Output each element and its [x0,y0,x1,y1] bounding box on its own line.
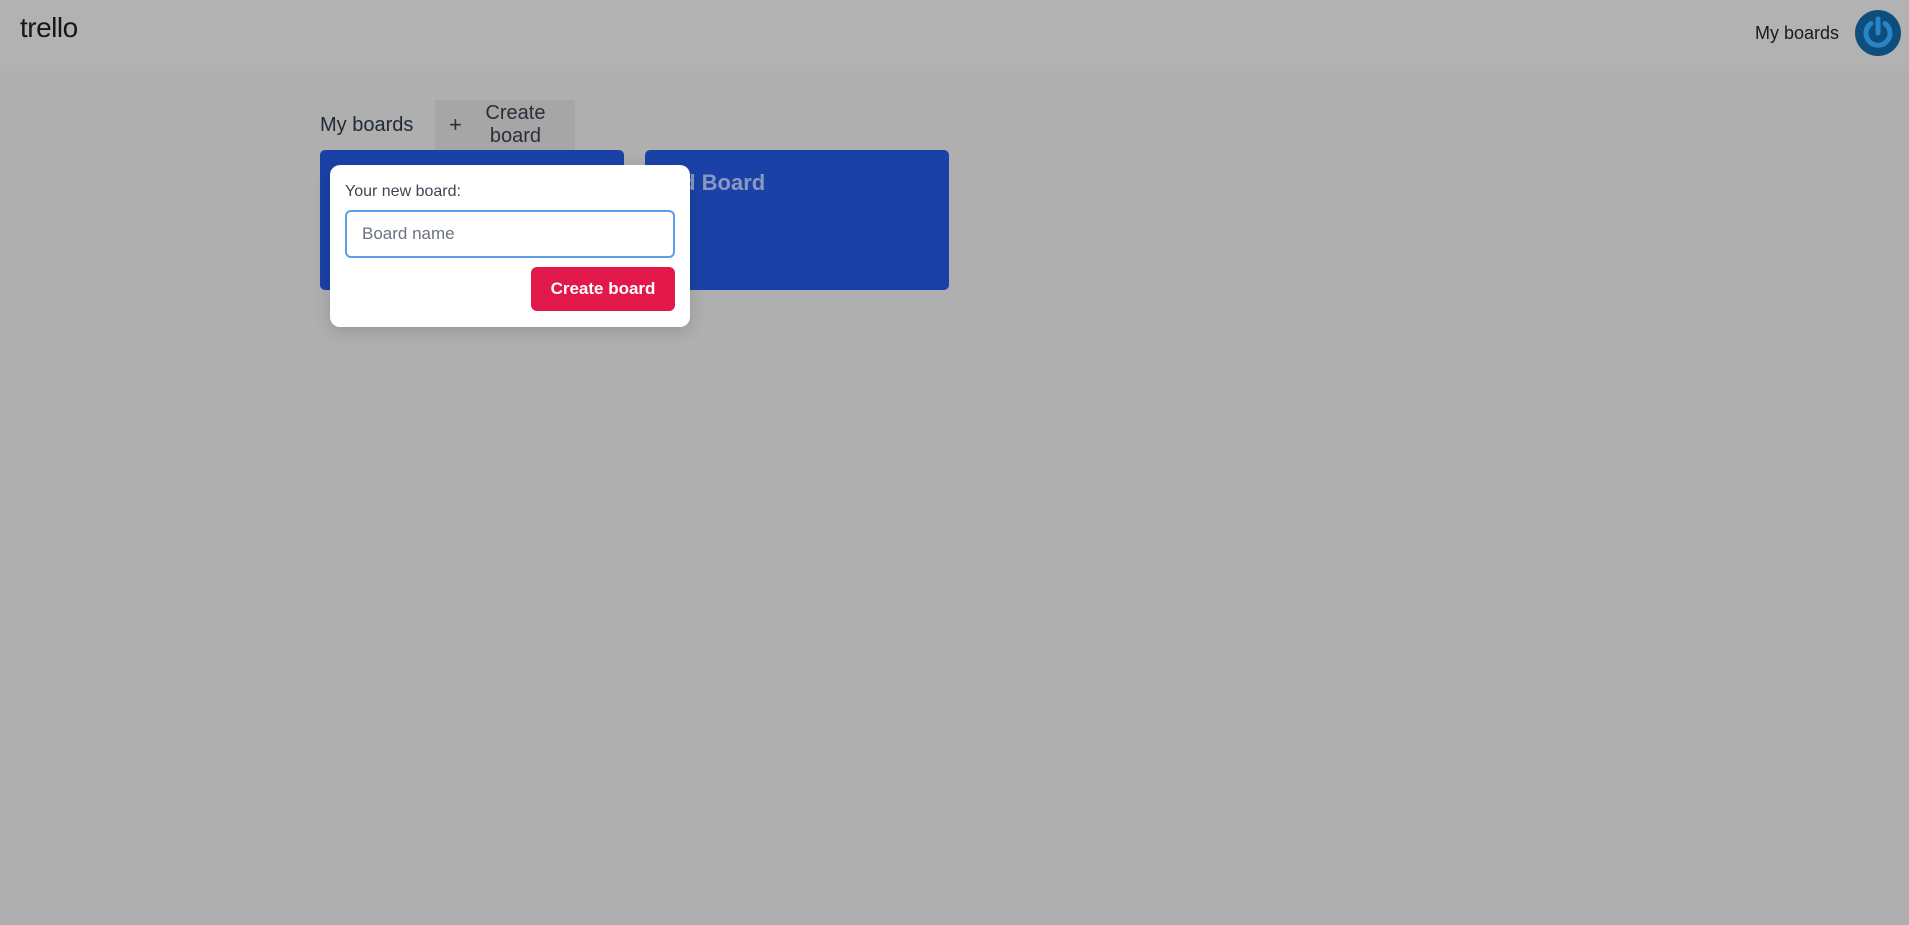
user-avatar[interactable] [1855,10,1901,56]
power-icon [1863,16,1893,48]
board-name-input[interactable] [345,210,675,258]
new-board-popover: Your new board: Create board [330,165,690,327]
create-board-button[interactable]: + Create board [435,100,575,150]
create-board-label: Create board [485,102,546,147]
plus-icon: + [449,112,462,137]
page-title: My boards [320,113,414,136]
board-card[interactable]: cond Board [645,150,949,290]
new-board-label: Your new board: [345,183,461,200]
trello-logo[interactable]: trello [20,12,78,44]
submit-create-board-button[interactable]: Create board [531,267,675,311]
boards-header: My boards + Create board [320,100,575,150]
top-navbar: trello My boards [0,0,1909,71]
nav-my-boards-link[interactable]: My boards [1755,23,1839,44]
